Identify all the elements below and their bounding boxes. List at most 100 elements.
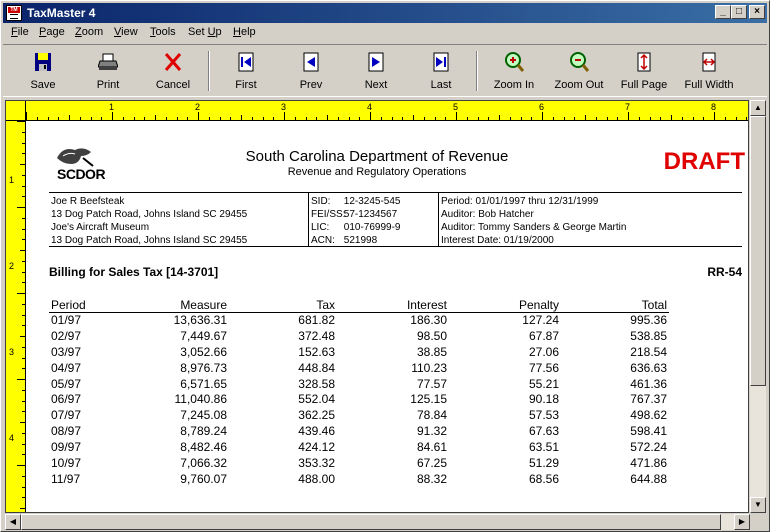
horizontal-scroll-thumb[interactable]: [21, 514, 721, 530]
report-viewport[interactable]: 1 2 3 4 5 6 7 8 1 2 3 4 SCDOR South Carolina Depar…: [5, 100, 749, 513]
first-label: First: [235, 79, 257, 91]
resize-grip[interactable]: [750, 514, 766, 530]
ruler-tick: [22, 153, 25, 155]
cell-period: 06/97: [51, 392, 82, 407]
cell-interest: 110.23: [411, 360, 447, 375]
ruler-number: 4: [367, 102, 373, 112]
ruler-tick: [20, 336, 25, 337]
toolbar-separator: [476, 51, 478, 91]
table-row: 10/97 7,066.32 353.32 67.25 51.29 471.86: [49, 456, 669, 472]
table-row: 02/97 7,449.67 372.48 98.50 67.87 538.85: [49, 329, 669, 345]
id-key: ACN:: [311, 235, 335, 246]
last-page-button[interactable]: Last: [409, 47, 473, 95]
title-bar[interactable]: TM TaxMaster 4 _ □ ×: [3, 3, 767, 23]
close-button[interactable]: ×: [749, 5, 765, 19]
ruler-tick: [746, 117, 748, 120]
zoom-out-icon: [570, 52, 589, 72]
cell-total: 636.63: [630, 360, 667, 375]
scroll-left-arrow-icon[interactable]: ◀: [5, 514, 21, 530]
scroll-down-arrow-icon[interactable]: ▼: [750, 497, 766, 513]
ruler-tick: [101, 117, 103, 120]
menu-page[interactable]: Page: [39, 26, 65, 38]
cell-penalty: 51.29: [528, 456, 559, 471]
ruler-tick: [649, 117, 651, 120]
vertical-scrollbar[interactable]: ▲ ▼: [750, 100, 766, 513]
ruler-tick: [22, 196, 25, 198]
window-title: TaxMaster 4: [27, 6, 96, 20]
column-header-interest: Interest: [406, 298, 447, 312]
ruler-tick: [20, 508, 25, 509]
horizontal-scrollbar[interactable]: ◀ ▶: [5, 514, 750, 530]
ruler-tick: [22, 454, 25, 456]
ruler-number: 3: [9, 347, 15, 357]
full-width-button[interactable]: Full Width: [677, 47, 741, 95]
cell-total: 498.62: [630, 408, 667, 423]
full-page-label: Full Page: [620, 79, 668, 91]
ruler-tick: [445, 117, 447, 120]
menu-file[interactable]: File: [11, 26, 29, 38]
menu-zoom[interactable]: Zoom: [75, 26, 103, 38]
ruler-tick: [380, 117, 382, 120]
business-name: Joe's Aircraft Museum: [51, 222, 150, 233]
cell-penalty: 67.87: [528, 328, 559, 343]
ruler-tick: [17, 293, 25, 294]
horizontal-ruler: 1 2 3 4 5 6 7 8: [6, 101, 748, 121]
ruler-tick: [22, 314, 25, 316]
cell-interest: 77.57: [416, 376, 447, 391]
cell-period: 05/97: [51, 376, 82, 391]
cell-tax: 152.63: [298, 344, 335, 359]
app-icon-page: [10, 14, 18, 19]
maximize-button[interactable]: □: [731, 5, 747, 19]
ruler-tick: [316, 117, 318, 120]
menu-setup[interactable]: Set Up: [188, 26, 222, 38]
cell-tax: 681.82: [298, 313, 335, 327]
cell-interest: 186.30: [410, 313, 447, 327]
cell-measure: 3,052.66: [180, 344, 227, 359]
scroll-up-arrow-icon[interactable]: ▲: [750, 100, 766, 116]
ruler-tick: [488, 117, 490, 120]
ruler-tick: [22, 142, 25, 144]
ruler-tick: [22, 432, 25, 434]
ruler-tick: [423, 117, 425, 120]
ruler-tick: [58, 117, 60, 120]
ruler-tick: [17, 121, 25, 122]
scroll-right-arrow-icon[interactable]: ▶: [734, 514, 750, 530]
cancel-button[interactable]: Cancel: [141, 47, 205, 95]
prev-page-button[interactable]: Prev: [279, 47, 343, 95]
first-page-button[interactable]: First: [214, 47, 278, 95]
ruler-tick: [22, 131, 25, 133]
ruler-tick: [477, 117, 479, 120]
save-button[interactable]: Save: [11, 47, 75, 95]
print-button[interactable]: Print: [76, 47, 140, 95]
ruler-tick: [273, 117, 275, 120]
cell-interest: 125.15: [410, 392, 447, 407]
next-page-button[interactable]: Next: [344, 47, 408, 95]
ruler-tick: [17, 465, 25, 466]
menu-view[interactable]: View: [114, 26, 138, 38]
ruler-number: 1: [109, 102, 115, 112]
taxpayer-address-line: 13 Dog Patch Road, Johns Island SC 29455: [51, 209, 248, 220]
minimize-button[interactable]: _: [715, 5, 731, 19]
cell-penalty: 68.56: [528, 471, 559, 486]
billing-code: RR-54: [707, 265, 742, 279]
app-icon[interactable]: TM: [6, 5, 22, 21]
billing-table: Period Measure Tax Interest Penalty Tota…: [49, 298, 669, 488]
menu-tools[interactable]: Tools: [150, 26, 176, 38]
id-value: 010-76999-9: [343, 222, 401, 233]
menu-help[interactable]: Help: [233, 26, 256, 38]
vertical-scroll-thumb[interactable]: [750, 116, 766, 386]
cell-tax: 424.12: [298, 440, 335, 455]
ruler-tick: [574, 117, 576, 120]
zoom-in-button[interactable]: Zoom In: [482, 47, 546, 95]
vertical-ruler: 1 2 3 4: [6, 121, 26, 512]
id-row: SID: 12-3245-545: [311, 195, 401, 208]
cell-penalty: 55.21: [528, 376, 559, 391]
cell-measure: 11,040.86: [174, 392, 228, 407]
interest-date: Interest Date: 01/19/2000: [441, 235, 554, 246]
ruler-tick: [294, 117, 296, 120]
zoom-out-button[interactable]: Zoom Out: [547, 47, 611, 95]
cell-tax: 353.32: [298, 456, 335, 471]
ruler-tick: [198, 112, 199, 120]
ruler-tick: [638, 117, 640, 120]
full-page-button[interactable]: Full Page: [612, 47, 676, 95]
